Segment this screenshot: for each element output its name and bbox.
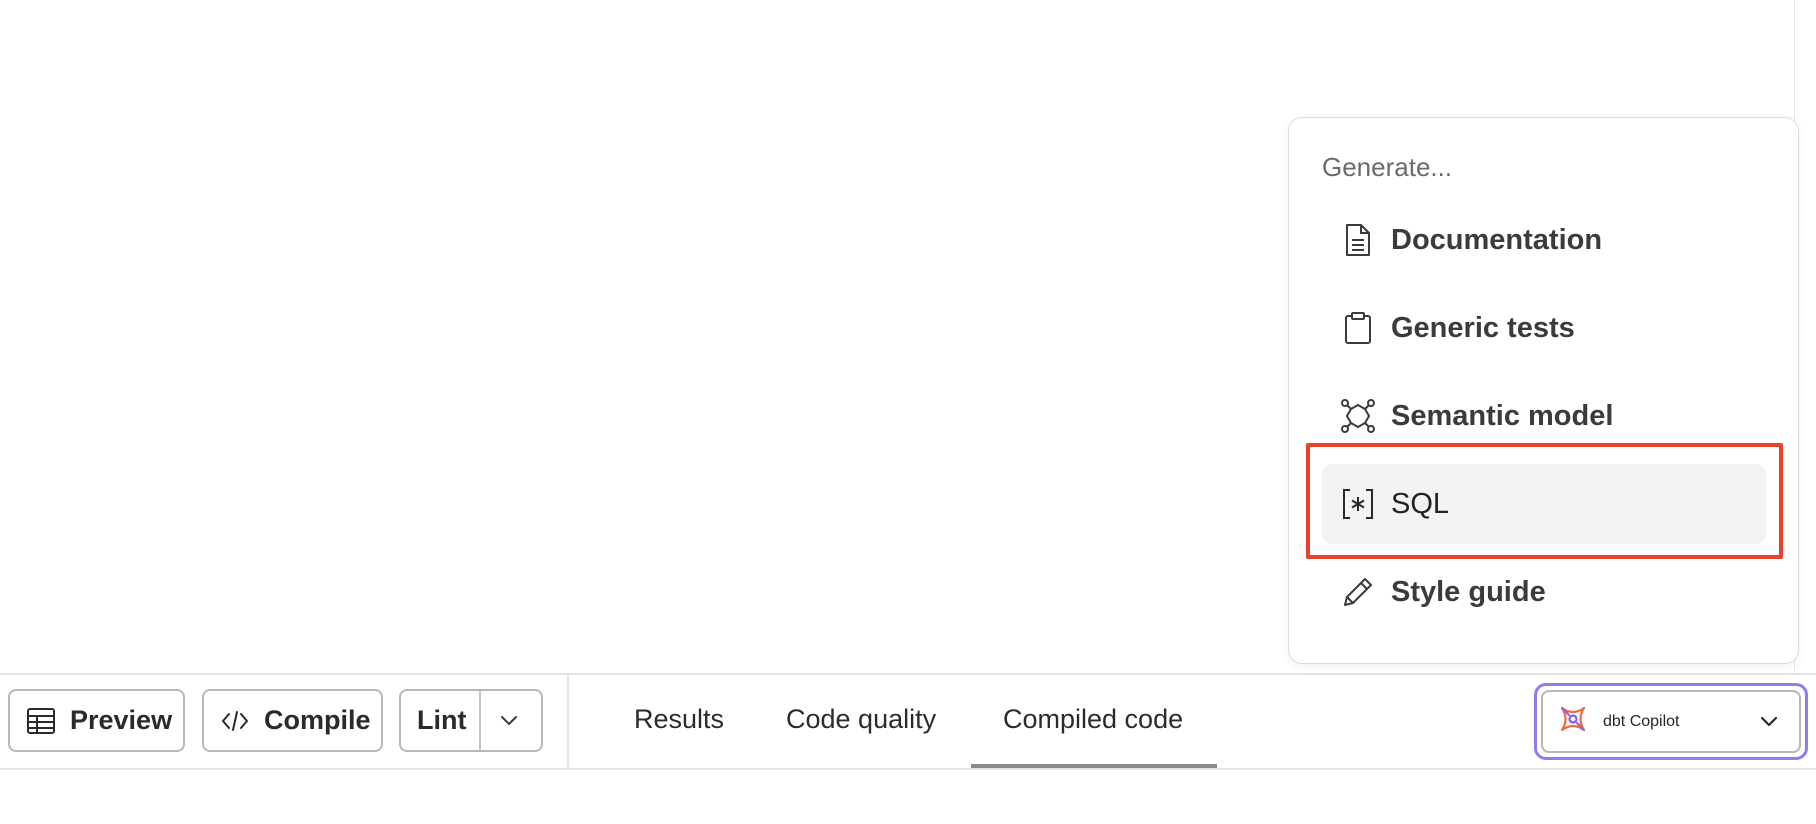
generate-menu: Generate... Documentation Generic tests	[1288, 117, 1799, 664]
lint-split-button: Lint	[399, 689, 543, 752]
menu-item-label: Generic tests	[1391, 311, 1575, 344]
lint-button[interactable]: Lint	[417, 705, 466, 736]
active-tab-indicator	[971, 764, 1217, 768]
menu-heading: Generate...	[1322, 152, 1453, 182]
chevron-down-icon	[1759, 710, 1779, 739]
menu-item-label: Style guide	[1391, 575, 1546, 608]
compile-button[interactable]: Compile	[202, 689, 383, 752]
menu-item-label: Semantic model	[1391, 399, 1614, 432]
tab-results[interactable]: Results	[634, 704, 724, 735]
tab-compiled-code[interactable]: Compiled code	[1003, 704, 1183, 735]
toolbar-top-border	[0, 673, 1816, 675]
lint-split-divider	[479, 691, 481, 750]
menu-item-label: Documentation	[1391, 223, 1603, 256]
toolbar-bottom-border	[0, 768, 1816, 770]
copilot-label: dbt Copilot	[1603, 712, 1680, 730]
preview-label: Preview	[70, 705, 173, 735]
compile-label: Compile	[264, 705, 371, 735]
code-icon	[220, 709, 250, 733]
dbt-copilot-button[interactable]: dbt Copilot	[1541, 690, 1801, 753]
menu-item-generic-tests[interactable]: Generic tests	[1322, 288, 1766, 368]
dbt-copilot-icon	[1557, 704, 1589, 739]
tab-code-quality[interactable]: Code quality	[786, 704, 936, 735]
menu-item-style-guide[interactable]: Style guide	[1322, 552, 1766, 632]
menu-item-documentation[interactable]: Documentation	[1322, 200, 1766, 280]
clipboard-icon	[1339, 309, 1377, 347]
highlight-annotation	[1306, 443, 1783, 559]
table-icon	[26, 707, 56, 735]
preview-button[interactable]: Preview	[8, 689, 185, 752]
document-icon	[1339, 221, 1377, 259]
chevron-down-icon[interactable]	[499, 709, 519, 733]
toolbar-separator	[567, 674, 569, 770]
pencil-icon	[1339, 573, 1377, 611]
semantic-model-icon	[1339, 397, 1377, 435]
